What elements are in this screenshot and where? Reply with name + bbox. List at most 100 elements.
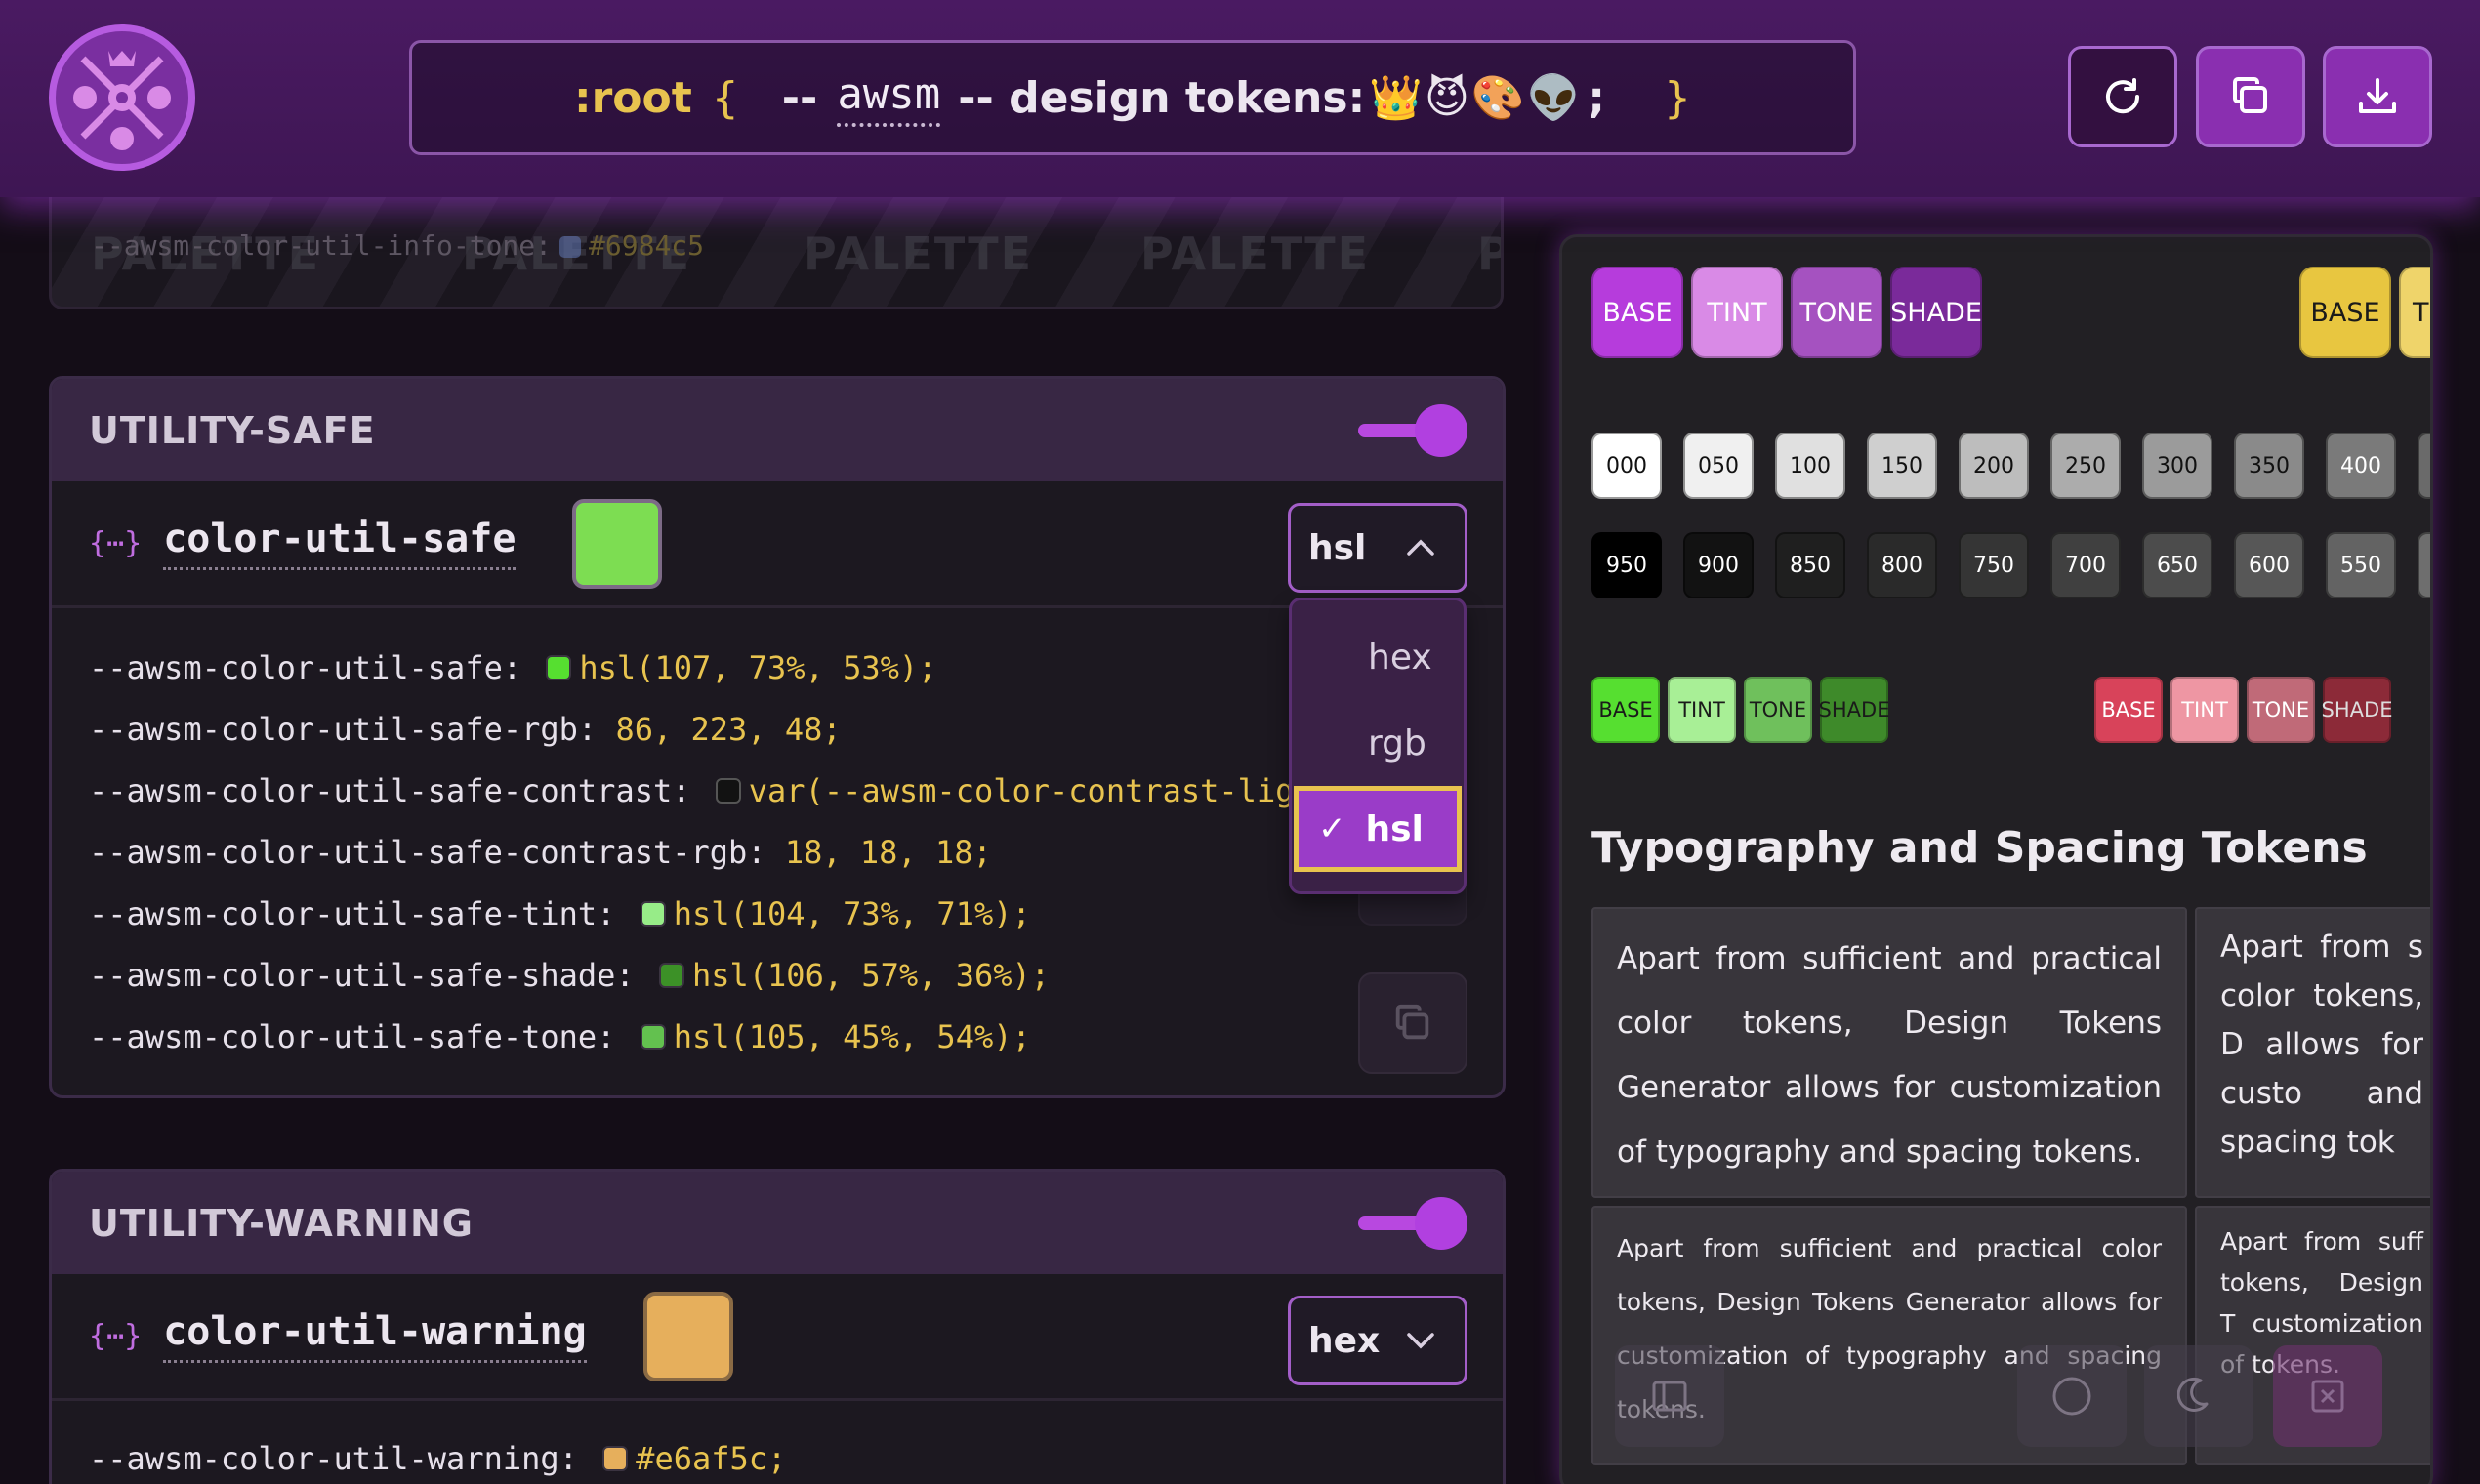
- card-title: UTILITY-SAFE: [89, 408, 376, 452]
- copy-code-button[interactable]: [1358, 972, 1467, 1074]
- close-brace: }: [1664, 72, 1692, 123]
- format-option-hex[interactable]: hex: [1292, 614, 1464, 700]
- token-name-input[interactable]: color-util-warning: [163, 1309, 587, 1363]
- gray-chip[interactable]: 550: [2326, 532, 2396, 598]
- gray-chip[interactable]: 200: [1959, 433, 2029, 499]
- swatch-red-tone[interactable]: TONE: [2247, 677, 2315, 743]
- refresh-button[interactable]: [2068, 46, 2177, 147]
- root-keyword: :root: [573, 72, 692, 123]
- sidebar-toggle-button[interactable]: [1615, 1345, 1724, 1447]
- root-token-title: :root { -- awsm -- design tokens: 👑😈🎨👽 ;…: [409, 40, 1856, 155]
- code-value: var(--awsm-color-contrast-ligh: [748, 772, 1313, 809]
- swatch-red-base[interactable]: BASE: [2094, 677, 2163, 743]
- code-line: --awsm-color-util-safe-contrast: var(--a…: [89, 761, 1466, 822]
- gray-chip[interactable]: 100: [1775, 433, 1845, 499]
- swatch-green-base[interactable]: BASE: [1591, 677, 1660, 743]
- chevron-up-icon: [1407, 539, 1434, 556]
- code-line: --awsm-color-util-safe-rgb: 86, 223, 48;: [89, 699, 1466, 761]
- code-line: --awsm-color-util-safe: hsl(107, 73%, 53…: [89, 638, 1466, 699]
- swatch-purple-base[interactable]: BASE: [1591, 267, 1683, 358]
- app-header: :root { -- awsm -- design tokens: 👑😈🎨👽 ;…: [0, 0, 2480, 197]
- download-icon: [2359, 78, 2396, 113]
- css-var-icon: {⋯}: [89, 1319, 143, 1353]
- code-prop: --awsm-color-util-safe:: [89, 649, 522, 686]
- code-value: #6984c5: [589, 229, 705, 262]
- copy-button[interactable]: [2196, 46, 2305, 147]
- format-option-hsl[interactable]: ✓ hsl: [1294, 786, 1462, 872]
- download-button[interactable]: [2323, 46, 2432, 147]
- enable-toggle[interactable]: [1358, 404, 1467, 457]
- swatch-yellow-tint[interactable]: T: [2399, 267, 2430, 358]
- previous-token-card: PALETTE PALETTE PALETTE PALETTE PALETTE …: [49, 190, 1504, 309]
- gray-chip[interactable]: 650: [2142, 532, 2212, 598]
- close-icon: [2311, 1380, 2344, 1413]
- prefix-dash: --: [781, 72, 818, 123]
- copy-icon: [2233, 77, 2267, 113]
- circle-icon: [2052, 1377, 2091, 1416]
- format-select[interactable]: hsl: [1288, 503, 1467, 593]
- gray-chip[interactable]: 000: [1591, 433, 1662, 499]
- code-line: --awsm-color-util-info-tone: #6984c5: [91, 229, 704, 262]
- swatch-purple-tone[interactable]: TONE: [1791, 267, 1882, 358]
- open-brace: {: [711, 72, 739, 123]
- gray-chip[interactable]: 950: [1591, 532, 1662, 598]
- format-dropdown-menu: hex rgb ✓ hsl: [1289, 598, 1467, 894]
- gray-chip[interactable]: 350: [2234, 433, 2304, 499]
- chevron-down-icon: [1407, 1333, 1434, 1349]
- circle-button[interactable]: [2017, 1345, 2127, 1447]
- typography-heading: Typography and Spacing Tokens: [1591, 823, 2368, 873]
- theme-toggle-button[interactable]: [2144, 1345, 2253, 1447]
- prefix-input[interactable]: awsm: [837, 69, 941, 127]
- check-icon: ✓: [1318, 809, 1346, 848]
- enable-toggle[interactable]: [1358, 1197, 1467, 1250]
- sidebar-icon: [1652, 1381, 1687, 1412]
- code-line: --awsm-color-util-safe-tone: hsl(105, 45…: [89, 1007, 1466, 1068]
- color-picker-swatch[interactable]: [572, 498, 663, 589]
- code-prop: --awsm-color-util-safe-tint:: [89, 895, 616, 932]
- copy-icon: [1395, 1004, 1429, 1040]
- css-var-icon: {⋯}: [89, 526, 143, 560]
- gray-chip[interactable]: [2418, 433, 2430, 499]
- gray-chip[interactable]: 300: [2142, 433, 2212, 499]
- code-line: --awsm-color-util-safe-shade: hsl(106, 5…: [89, 945, 1466, 1007]
- swatch-green-tint[interactable]: TINT: [1668, 677, 1736, 743]
- close-preview-button[interactable]: [2273, 1345, 2382, 1447]
- gray-chip[interactable]: 150: [1867, 433, 1937, 499]
- code-value: #e6af5c;: [636, 1440, 787, 1477]
- typography-sample: Apart from sufficient and practical colo…: [1591, 907, 2187, 1198]
- token-name-input[interactable]: color-util-safe: [163, 516, 517, 570]
- swatch-green-shade[interactable]: SHADE: [1819, 677, 1889, 743]
- format-option-rgb[interactable]: rgb: [1292, 700, 1464, 786]
- format-value: hsl: [1308, 527, 1367, 568]
- card-title: UTILITY-WARNING: [89, 1201, 474, 1245]
- code-value: hsl(105, 45%, 54%);: [673, 1018, 1031, 1055]
- code-value: hsl(106, 57%, 36%);: [691, 957, 1051, 994]
- color-swatch: [546, 655, 572, 680]
- gray-chip[interactable]: 750: [1959, 532, 2029, 598]
- color-swatch: [602, 1446, 629, 1471]
- format-select[interactable]: hex: [1288, 1296, 1467, 1385]
- swatch-purple-tint[interactable]: TINT: [1691, 267, 1783, 358]
- gray-chip[interactable]: [2418, 532, 2430, 598]
- gray-chip[interactable]: 800: [1867, 532, 1937, 598]
- color-picker-swatch[interactable]: [642, 1291, 733, 1381]
- palette-watermark: PALETTE: [804, 227, 1034, 280]
- swatch-purple-shade[interactable]: SHADE: [1890, 267, 1982, 358]
- gray-chip[interactable]: 850: [1775, 532, 1845, 598]
- gray-chip[interactable]: 400: [2326, 433, 2396, 499]
- gray-chip[interactable]: 700: [2050, 532, 2121, 598]
- color-swatch: [658, 963, 684, 988]
- title-emojis: 👑😈🎨👽: [1369, 73, 1583, 123]
- token-card-utility-safe: UTILITY-SAFE {⋯} color-util-safe hsl --a…: [49, 376, 1506, 1098]
- swatch-green-tone[interactable]: TONE: [1744, 677, 1812, 743]
- swatch-yellow-base[interactable]: BASE: [2299, 267, 2391, 358]
- gray-chip[interactable]: 900: [1683, 532, 1754, 598]
- gray-chip[interactable]: 050: [1683, 433, 1754, 499]
- swatch-red-shade[interactable]: SHADE: [2322, 677, 2392, 743]
- logo[interactable]: [49, 24, 195, 171]
- swatch-red-tint[interactable]: TINT: [2170, 677, 2239, 743]
- code-value: 18, 18, 18;: [784, 834, 992, 871]
- gray-chip[interactable]: 600: [2234, 532, 2304, 598]
- gray-chip[interactable]: 250: [2050, 433, 2121, 499]
- card-header: UTILITY-WARNING: [52, 1172, 1503, 1274]
